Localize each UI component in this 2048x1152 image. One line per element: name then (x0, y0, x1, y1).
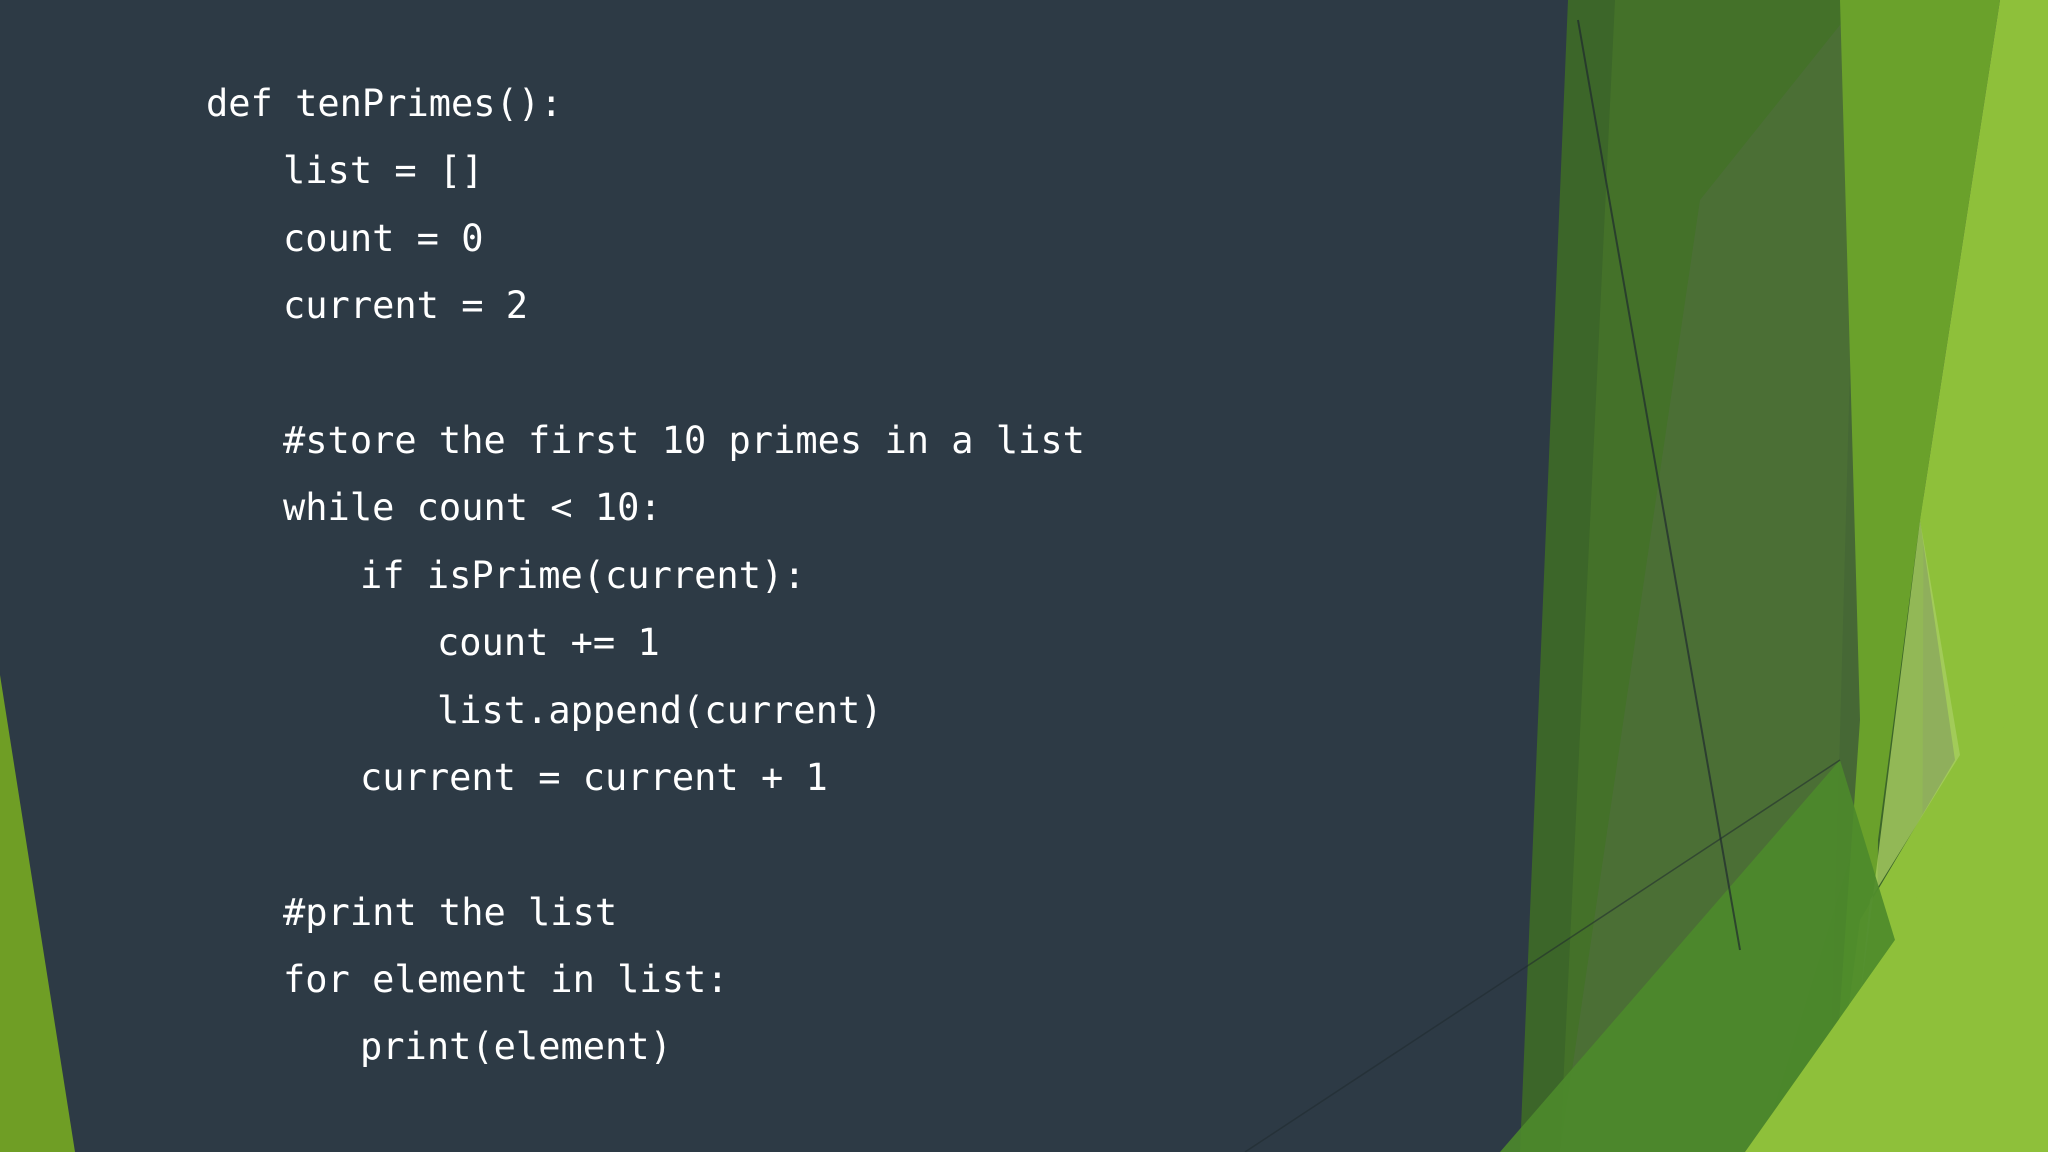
code-line: list.append(current) (437, 688, 883, 732)
code-line: list = [] (283, 149, 484, 193)
code-comment: #print the list (283, 890, 618, 934)
code-line: print(element) (360, 1025, 672, 1069)
code-comment: #store the first 10 primes in a list (283, 418, 1085, 462)
slide: def tenPrimes(): list = [] count = 0 cur… (0, 0, 2048, 1152)
code-line: for element in list: (283, 958, 729, 1002)
code-line: current = current + 1 (360, 755, 828, 799)
code-line: count += 1 (437, 621, 660, 665)
code-line: if isPrime(current): (360, 553, 806, 597)
left-green-sliver (0, 675, 75, 1152)
code-line: count = 0 (283, 216, 484, 260)
code-line: current = 2 (283, 284, 529, 328)
code-line: def tenPrimes(): (206, 82, 563, 125)
code-block: def tenPrimes(): list = [] count = 0 cur… (206, 70, 1506, 1081)
code-line: while count < 10: (283, 486, 662, 530)
